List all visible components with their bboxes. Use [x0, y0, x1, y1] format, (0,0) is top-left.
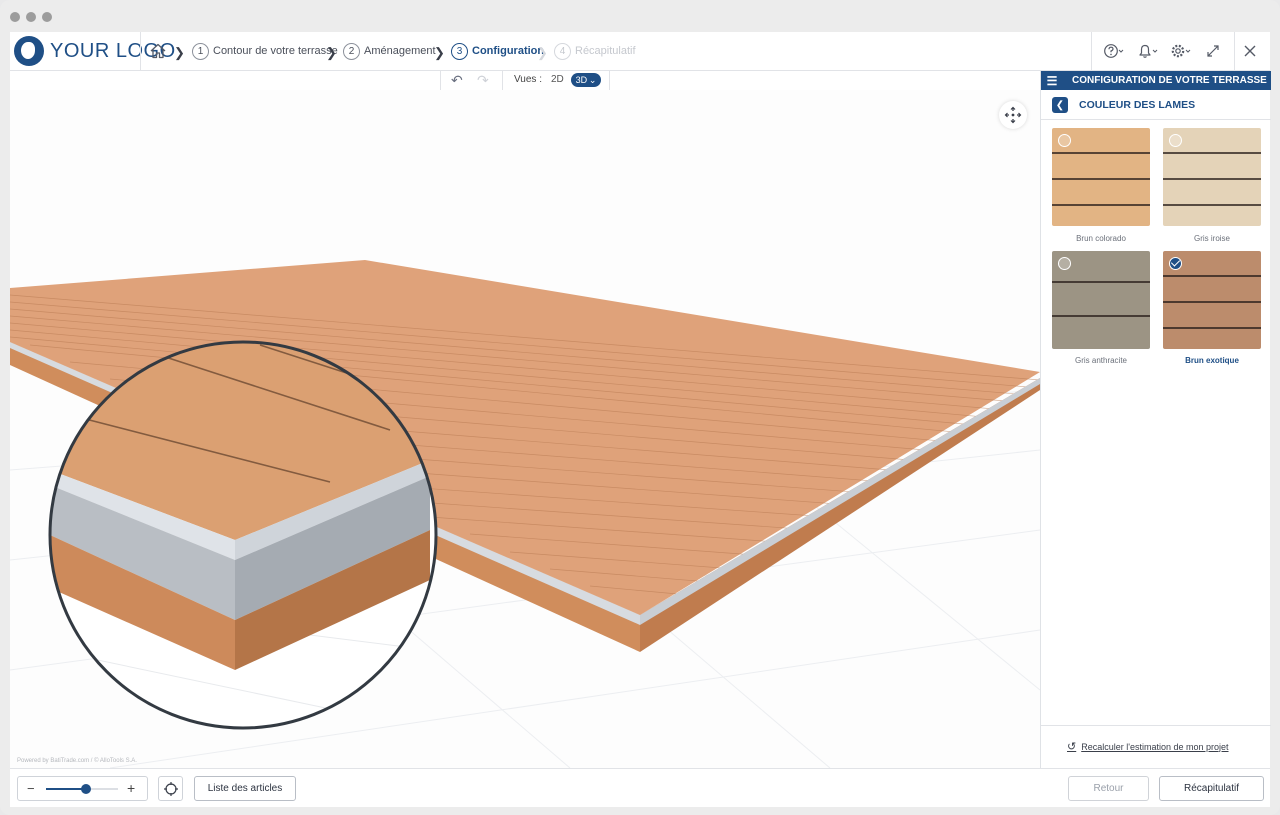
panel-title: CONFIGURATION DE VOTRE TERRASSE [1072, 75, 1267, 86]
view-toolbar: ↶ ↷ Vues : 2D 3D ⌄ [440, 71, 610, 90]
view-3d-button[interactable]: 3D ⌄ [571, 73, 601, 87]
back-button[interactable]: Retour [1068, 776, 1149, 801]
step-number: 1 [192, 42, 209, 60]
gear-icon [1171, 44, 1191, 58]
section-title: COULEUR DES LAMES [1079, 99, 1196, 111]
chevron-right-icon: ❯ [326, 45, 337, 60]
panel-header: ☰ CONFIGURATION DE VOTRE TERRASSE [1041, 71, 1271, 90]
redo-icon: ↷ [477, 72, 489, 88]
close-button[interactable] [1239, 42, 1261, 60]
fullscreen-button[interactable] [1202, 42, 1224, 60]
step-contour[interactable]: 1 Contour de votre terrasse [192, 42, 338, 60]
section-header: ❮ COULEUR DES LAMES [1041, 91, 1271, 120]
header-divider [1234, 32, 1235, 71]
summary-button[interactable]: Récapitulatif [1159, 776, 1264, 801]
refresh-icon: ↺ [1067, 741, 1077, 753]
window-close-dot[interactable] [10, 12, 20, 22]
terrace-3d-scene [10, 260, 1040, 768]
recalculate-link[interactable]: ↺ Recalculer l'estimation de mon projet [1067, 740, 1229, 753]
zoom-in-icon[interactable]: + [127, 780, 135, 796]
window-minimize-dot[interactable] [26, 12, 36, 22]
step-label: Contour de votre terrasse [213, 45, 338, 57]
radio-unchecked-icon [1058, 134, 1071, 147]
undo-icon[interactable]: ↶ [451, 72, 463, 89]
settings-menu[interactable] [1170, 42, 1192, 60]
step-configuration[interactable]: 3 Configuration [451, 42, 544, 60]
app-header: YOUR LOGO ❯ 1 Contour de votre terrasse … [10, 32, 1270, 71]
chevron-right-icon: ❯ [434, 45, 445, 60]
zoom-control: − + [17, 776, 148, 801]
swatch-brun-colorado[interactable] [1052, 128, 1150, 226]
back-chevron-icon[interactable]: ❮ [1052, 97, 1068, 113]
swatch-label: Gris anthracite [1074, 356, 1128, 365]
window-titlebar [0, 0, 1280, 32]
help-icon [1104, 44, 1124, 58]
detail-zoom-lens [48, 340, 438, 730]
expand-icon [1207, 45, 1219, 57]
window-maximize-dot[interactable] [42, 12, 52, 22]
crosshair-icon [163, 781, 178, 796]
step-number: 4 [554, 42, 571, 60]
swatch-label: Brun colorado [1076, 234, 1126, 243]
notifications-menu[interactable] [1137, 42, 1159, 60]
chevron-right-icon: ❯ [537, 45, 548, 60]
step-amenagement[interactable]: 2 Aménagement [343, 42, 436, 60]
powered-by-text: Powered by BatiTrade.com / © AlloTools S… [17, 758, 137, 764]
browser-window: YOUR LOGO ❯ 1 Contour de votre terrasse … [0, 0, 1280, 815]
header-divider [1091, 32, 1092, 71]
configuration-panel: ☰ CONFIGURATION DE VOTRE TERRASSE ❮ COUL… [1040, 71, 1271, 768]
step-number: 2 [343, 42, 360, 60]
recalculate-label: Recalculer l'estimation de mon projet [1081, 741, 1229, 752]
zoom-slider[interactable] [46, 784, 118, 794]
swatch-label: Brun exotique [1185, 356, 1239, 365]
view-2d-button[interactable]: 2D [551, 74, 564, 85]
radio-checked-icon [1169, 257, 1182, 270]
step-recapitulatif: 4 Récapitulatif [554, 42, 636, 60]
view-3d-label: 3D [575, 75, 588, 85]
app: YOUR LOGO ❯ 1 Contour de votre terrasse … [10, 32, 1271, 807]
close-icon [1244, 45, 1256, 57]
step-number: 3 [451, 42, 468, 60]
app-footer: − + Liste des articles Retour Récapitula… [10, 768, 1270, 807]
swatch-label: Gris iroise [1193, 234, 1230, 243]
views-label: Vues : [514, 74, 542, 85]
orbit-camera-button[interactable] [999, 101, 1027, 129]
swatch-brun-exotique[interactable] [1163, 251, 1261, 349]
toolbar-divider [502, 71, 503, 90]
recenter-button[interactable] [158, 776, 183, 801]
chevron-right-icon: ❯ [174, 45, 185, 60]
orbit-icon [1004, 106, 1022, 124]
recalc-section: ↺ Recalculer l'estimation de mon projet [1041, 725, 1271, 768]
home-icon[interactable] [149, 42, 167, 60]
article-list-button[interactable]: Liste des articles [194, 776, 296, 801]
step-label: Configuration [472, 45, 545, 57]
3d-viewport[interactable]: Powered by BatiTrade.com / © AlloTools S… [10, 90, 1040, 768]
swatch-gris-anthracite[interactable] [1052, 251, 1150, 349]
zoom-slider-handle[interactable] [80, 784, 91, 794]
zoom-out-icon[interactable]: − [27, 781, 35, 796]
step-label: Aménagement [364, 45, 436, 57]
help-menu[interactable] [1103, 42, 1125, 60]
logo-icon [14, 36, 44, 66]
hamburger-menu-icon[interactable]: ☰ [1041, 74, 1063, 88]
header-divider [140, 32, 141, 71]
radio-unchecked-icon [1058, 257, 1071, 270]
zoom-slider-fill [46, 788, 86, 790]
swatch-gris-iroise[interactable] [1163, 128, 1261, 226]
step-label: Récapitulatif [575, 45, 636, 57]
radio-unchecked-icon [1169, 134, 1182, 147]
bell-icon [1139, 44, 1158, 58]
